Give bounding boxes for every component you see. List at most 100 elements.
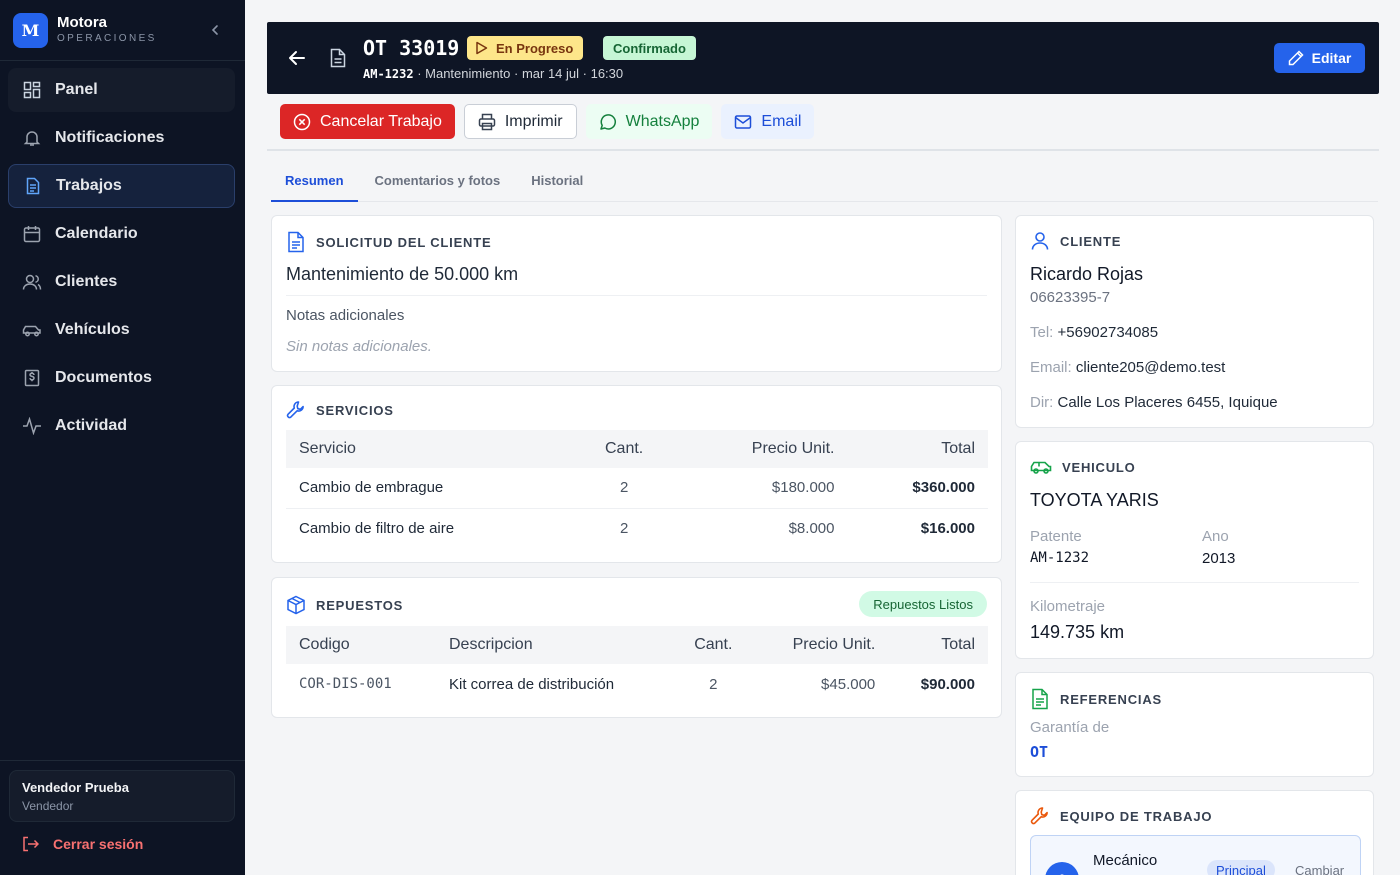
references-card: REFERENCIAS Garantía de OT	[1015, 672, 1374, 777]
service-unit-price: $8.000	[788, 519, 835, 537]
mileage-label: Kilometraje	[1030, 598, 1106, 615]
brand-logo: M	[13, 12, 48, 48]
wrench-icon	[1030, 806, 1050, 826]
print-label: Imprimir	[504, 112, 563, 130]
card-title: EQUIPO DE TRABAJO	[1030, 806, 1212, 826]
column-header: Cant.	[573, 430, 676, 468]
sidebar-item-label: Clientes	[55, 273, 118, 290]
page-title: OT 33019	[363, 36, 460, 60]
sidebar-item-label: Trabajos	[56, 177, 122, 194]
column-header: Codigo	[286, 626, 436, 664]
sidebar-item-notificaciones[interactable]: Notificaciones	[8, 116, 235, 160]
parts-ready-badge: Repuestos Listos	[859, 591, 987, 617]
document-icon	[1030, 688, 1050, 710]
part-qty: 2	[709, 675, 718, 693]
sidebar-item-clientes[interactable]: Clientes	[8, 260, 235, 304]
service-total: $360.000	[847, 468, 988, 509]
sidebar-item-trabajos[interactable]: Trabajos	[8, 164, 235, 208]
column-header: Precio Unit.	[675, 430, 848, 468]
card-title-label: REPUESTOS	[316, 597, 404, 613]
sidebar-item-label: Panel	[55, 81, 98, 98]
client-card: CLIENTE Ricardo Rojas 06623395-7 Tel: +5…	[1015, 215, 1374, 428]
sidebar-item-documentos[interactable]: Documentos	[8, 356, 235, 400]
tab-resumen[interactable]: Resumen	[271, 165, 358, 202]
header-subtitle: AM-1232 · Mantenimiento · mar 14 jul · 1…	[363, 66, 623, 81]
tab-bar: Resumen Comentarios y fotos Historial	[271, 165, 1378, 202]
status-badge: En Progreso	[467, 36, 584, 60]
card-title: VEHICULO	[1030, 458, 1136, 476]
service-unit-price: $180.000	[675, 468, 848, 509]
part-code: COR-DIS-001	[299, 676, 392, 692]
column-header: Servicio	[286, 430, 574, 468]
back-arrow-icon[interactable]	[287, 48, 307, 68]
calendar-icon	[22, 224, 42, 244]
action-bar-divider	[267, 149, 1379, 151]
phone-label: Tel:	[1030, 324, 1054, 341]
table-header: Codigo Descripcion Cant. Precio Unit. To…	[286, 626, 988, 664]
sidebar-nav: Panel Notificaciones Trabajos Calendario…	[8, 68, 235, 452]
card-title-label: SOLICITUD DEL CLIENTE	[316, 234, 492, 250]
divider	[1030, 582, 1359, 583]
notes-label: Notas adicionales	[286, 307, 405, 324]
year-value: 2013	[1202, 550, 1236, 567]
cancel-job-button[interactable]: Cancelar Trabajo	[280, 104, 455, 139]
part-total: $90.000	[920, 675, 975, 693]
year-label: Ano	[1202, 528, 1229, 545]
warranty-ot-link[interactable]: OT	[1030, 743, 1048, 761]
print-button[interactable]: Imprimir	[463, 104, 577, 139]
logout-label: Cerrar sesión	[53, 836, 144, 852]
whatsapp-button[interactable]: WhatsApp	[585, 104, 713, 139]
brand-name: Motora	[57, 14, 107, 31]
sidebar-item-calendario[interactable]: Calendario	[8, 212, 235, 256]
dashboard-icon	[22, 80, 42, 100]
action-bar: Cancelar Trabajo Imprimir WhatsApp Email	[280, 104, 815, 139]
tab-historial[interactable]: Historial	[517, 165, 597, 202]
phone-value[interactable]: +56902734085	[1058, 324, 1159, 341]
column-header: Total	[847, 430, 988, 468]
card-title-label: SERVICIOS	[316, 402, 394, 418]
sidebar-divider	[0, 760, 245, 761]
card-title: CLIENTE	[1030, 231, 1121, 251]
mileage-value: 149.735 km	[1030, 622, 1125, 642]
sidebar-item-actividad[interactable]: Actividad	[8, 404, 235, 448]
service-name: Cambio de filtro de aire	[299, 519, 455, 537]
sidebar-item-label: Calendario	[55, 225, 138, 242]
column-header: Precio Unit.	[753, 626, 889, 664]
team-member[interactable]: A Mecánico Principal Cambiar	[1030, 835, 1361, 875]
vehicle-card: VEHICULO TOYOTA YARIS Patente AM-1232 An…	[1015, 441, 1374, 659]
sidebar-item-label: Documentos	[55, 369, 152, 386]
logout-button[interactable]: Cerrar sesión	[22, 836, 143, 852]
column-header: Descripcion	[436, 626, 674, 664]
chat-icon	[599, 113, 616, 130]
sidebar-item-panel[interactable]: Panel	[8, 68, 235, 112]
vehicle-name: TOYOTA YARIS	[1030, 490, 1159, 510]
collapse-sidebar-icon[interactable]	[206, 21, 224, 39]
card-title-label: VEHICULO	[1062, 459, 1136, 475]
play-icon	[476, 41, 488, 55]
email-value[interactable]: cliente205@demo.test	[1076, 359, 1225, 376]
sidebar-item-vehiculos[interactable]: Vehículos	[8, 308, 235, 352]
email-label: Email:	[1030, 359, 1072, 376]
box-icon	[286, 595, 306, 615]
table-row: Cambio de filtro de aire 2 $8.000 $16.00…	[286, 508, 988, 548]
table-row: Cambio de embrague 2 $180.000 $360.000	[286, 468, 988, 509]
change-member-button[interactable]: Cambiar	[1295, 863, 1344, 875]
card-title: SERVICIOS	[286, 400, 394, 420]
tab-comentarios[interactable]: Comentarios y fotos	[361, 165, 515, 202]
plate-label: Patente	[1030, 528, 1082, 545]
car-icon	[22, 320, 42, 340]
address-label: Dir:	[1030, 394, 1054, 411]
mail-icon	[735, 114, 752, 129]
request-text: Mantenimiento de 50.000 km	[286, 264, 519, 284]
card-title-label: REFERENCIAS	[1060, 691, 1162, 707]
user-role: Vendedor	[22, 799, 74, 813]
client-email: Email: cliente205@demo.test	[1030, 359, 1225, 376]
services-card: SERVICIOS Servicio Cant. Precio Unit. To…	[271, 385, 1002, 563]
edit-button[interactable]: Editar	[1274, 43, 1365, 73]
email-button[interactable]: Email	[721, 104, 815, 139]
card-title: REFERENCIAS	[1030, 688, 1162, 710]
bell-icon	[22, 128, 42, 148]
user-card[interactable]: Vendedor Prueba Vendedor	[9, 770, 235, 822]
truck-icon	[1030, 458, 1052, 476]
activity-icon	[22, 416, 42, 436]
